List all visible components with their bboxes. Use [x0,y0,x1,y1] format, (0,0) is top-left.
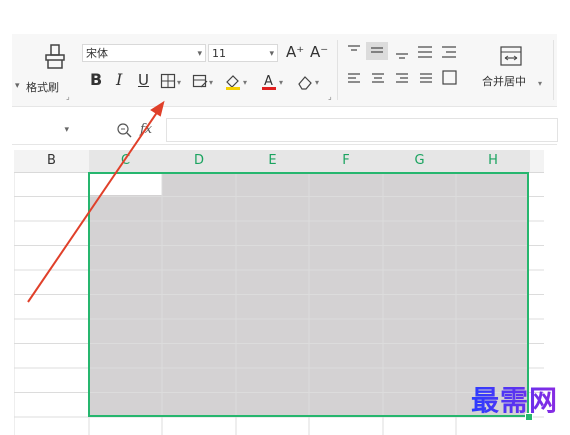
svg-text:A: A [264,74,273,89]
watermark-text: 最需网 [470,384,558,417]
cell-style-button[interactable]: ▾ [192,73,218,91]
italic-button[interactable]: I [116,72,122,88]
align-icon[interactable] [346,42,466,94]
font-color-button[interactable]: A ▾ [260,73,288,91]
fill-color-icon [226,75,240,90]
chevron-down-icon: ▾ [315,78,320,87]
divider [553,40,554,100]
name-box[interactable]: ▾ [14,120,72,140]
column-header-d[interactable]: D [162,150,236,172]
column-header-b[interactable]: B [14,150,89,172]
selection-border [88,172,529,417]
font-size-value: 11 [212,47,226,60]
formula-bar: ▾ fx [12,116,558,145]
group-launcher-icon[interactable]: ⌟ [66,92,70,101]
format-painter-icon [45,44,65,69]
ribbon-toolbar: ▾ 格式刷 ⌟ 宋体 ▾ 11 ▾ A⁺ A⁻ B I U ▾ ▾ ▾ A ▾ … [12,34,557,107]
format-painter-button[interactable]: ▾ 格式刷 [15,42,72,98]
format-painter-label: 格式刷 [26,81,59,94]
merge-center-button[interactable]: 合并居中 ▾ [478,44,542,96]
grow-font-button[interactable]: A⁺ [286,44,304,60]
underline-button[interactable]: U [138,72,149,88]
font-name-value: 宋体 [86,47,108,60]
shrink-font-button[interactable]: A⁻ [310,44,328,60]
formula-input[interactable] [166,118,558,142]
column-header-g[interactable]: G [383,150,456,172]
format-painter-caret: ▾ [15,81,20,91]
chevron-down-icon: ▾ [279,78,284,87]
chevron-down-icon: ▾ [538,79,543,88]
font-size-select[interactable]: 11 ▾ [208,44,278,62]
chevron-down-icon: ▾ [177,78,182,87]
chevron-down-icon: ▾ [243,78,248,87]
fx-label[interactable]: fx [140,122,152,138]
border-button[interactable]: ▾ [160,73,186,91]
chevron-down-icon: ▾ [64,125,69,135]
column-header-h[interactable]: H [456,150,530,172]
chevron-down-icon: ▾ [209,78,214,87]
cell-style-icon [192,74,208,88]
fill-color-button[interactable]: ▾ [224,73,252,91]
chevron-down-icon: ▾ [197,49,202,59]
divider [337,40,338,100]
group-launcher-icon[interactable]: ⌟ [328,92,332,101]
chevron-down-icon: ▾ [269,49,274,59]
bold-button[interactable]: B [90,72,102,88]
merge-center-label: 合并居中 [482,75,526,88]
clear-format-icon [298,76,312,90]
clear-format-button[interactable]: ▾ [296,73,324,91]
border-icon [160,73,176,89]
zoom-icon[interactable] [116,122,132,138]
watermark-logo: 最需网 [471,379,558,419]
column-header-f[interactable]: F [309,150,383,172]
font-color-icon: A [262,74,276,90]
column-header-e[interactable]: E [236,150,309,172]
column-header-c[interactable]: C [89,150,162,172]
formula-value [167,124,171,137]
merge-center-icon [500,46,522,66]
font-name-select[interactable]: 宋体 ▾ [82,44,206,62]
